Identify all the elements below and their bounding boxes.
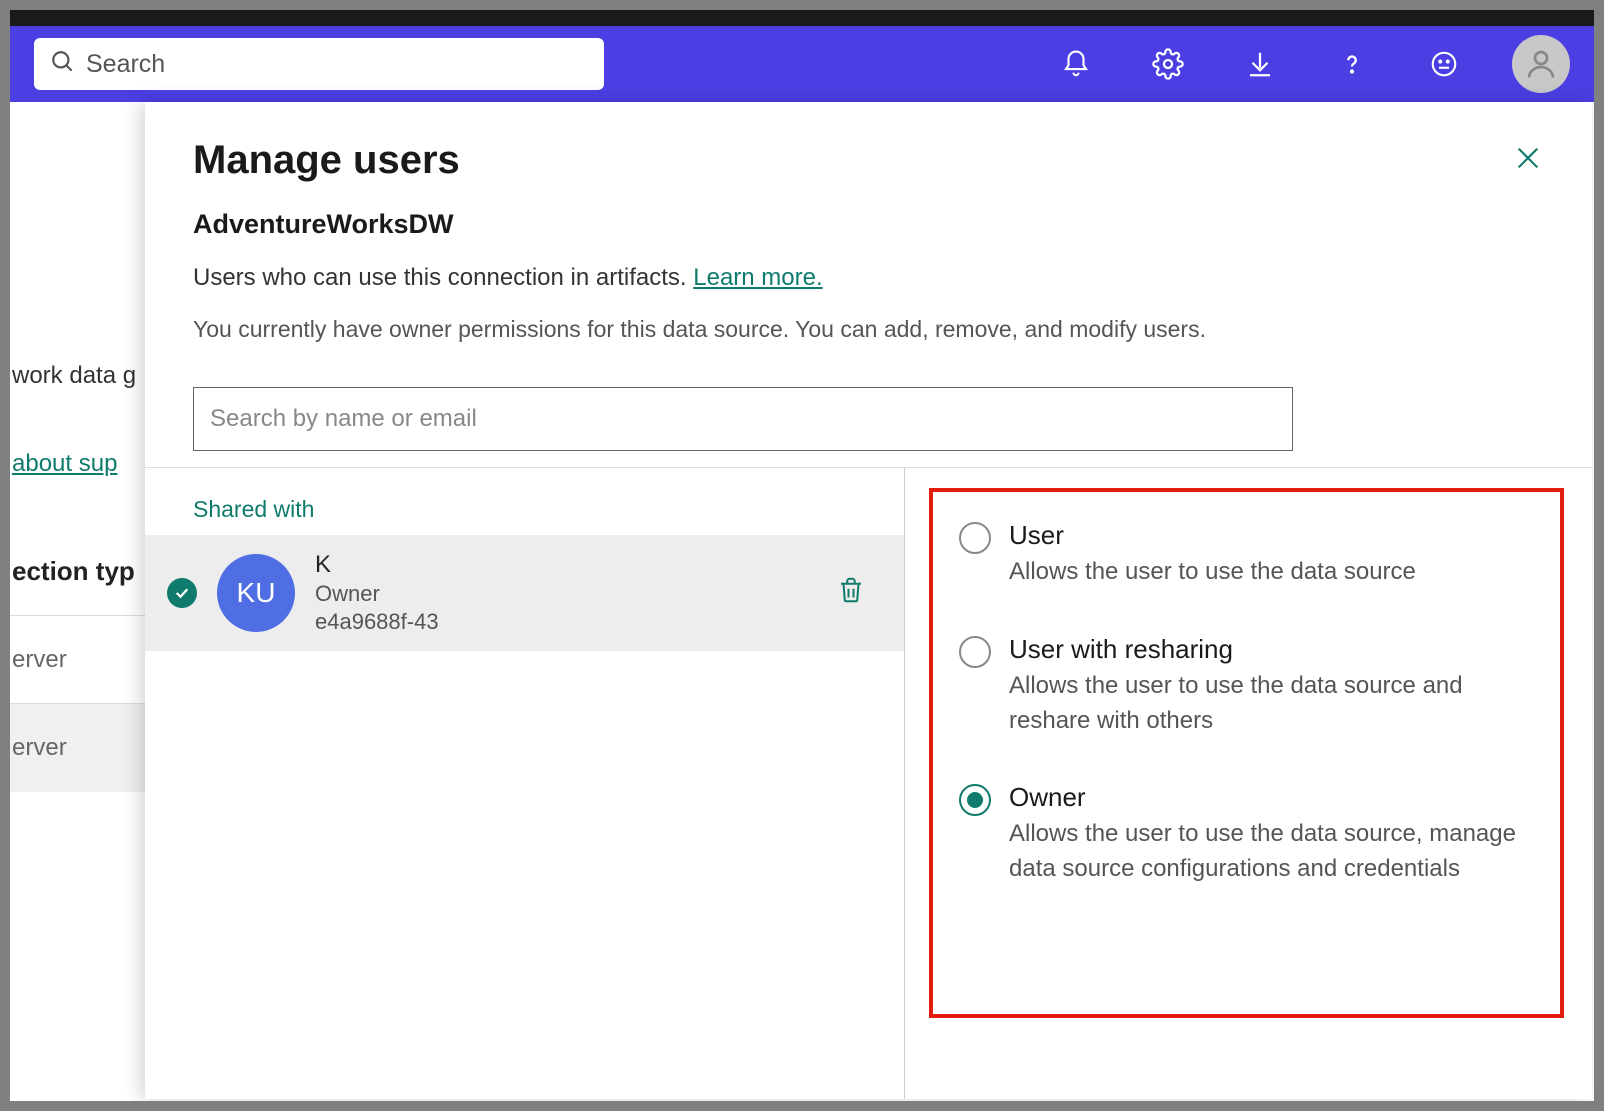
panel-description: Users who can use this connection in art…	[193, 264, 1544, 292]
titlebar	[10, 10, 1594, 26]
user-row[interactable]: KU K Owner e4a9688f-43	[145, 535, 904, 651]
bg-heading-fragment: ection typ	[12, 556, 135, 587]
role-option-user-resharing[interactable]: User with resharing Allows the user to u…	[959, 634, 1538, 739]
user-role: Owner	[315, 581, 816, 607]
search-icon	[50, 49, 76, 80]
selected-check-icon	[167, 578, 197, 608]
role-text: User Allows the user to use the data sou…	[1009, 520, 1416, 590]
role-title: User with resharing	[1009, 634, 1529, 665]
desc-text: Users who can use this connection in art…	[193, 264, 693, 291]
role-desc: Allows the user to use the data source a…	[1009, 669, 1529, 739]
bg-link-fragment[interactable]: about sup	[12, 450, 117, 478]
role-text: User with resharing Allows the user to u…	[1009, 634, 1529, 739]
delete-user-button[interactable]	[836, 575, 872, 611]
panel-header: Manage users AdventureWorksDW Users who …	[145, 102, 1592, 359]
app-window: work data g about sup ection typ erver e…	[10, 10, 1594, 1101]
bg-row-server2: erver	[10, 704, 150, 792]
role-option-user[interactable]: User Allows the user to use the data sou…	[959, 520, 1538, 590]
radio-icon	[959, 522, 991, 554]
radio-icon-selected	[959, 784, 991, 816]
radio-icon	[959, 636, 991, 668]
role-desc: Allows the user to use the data source	[1009, 555, 1416, 590]
notifications-icon[interactable]	[1052, 40, 1100, 88]
user-name: K	[315, 551, 816, 579]
role-text: Owner Allows the user to use the data so…	[1009, 782, 1529, 887]
user-meta: K Owner e4a9688f-43	[315, 551, 816, 635]
background-page: work data g about sup ection typ erver e…	[10, 102, 150, 1092]
user-list-pane: Shared with KU K Owner e4a9688f-43	[145, 468, 905, 1099]
panel-body: Shared with KU K Owner e4a9688f-43	[145, 467, 1592, 1099]
download-icon[interactable]	[1236, 40, 1284, 88]
help-icon[interactable]	[1328, 40, 1376, 88]
bg-row-server1: erver	[10, 616, 150, 704]
role-title: User	[1009, 520, 1416, 551]
panel-subtitle: AdventureWorksDW	[193, 209, 1544, 240]
role-list: User Allows the user to use the data sou…	[937, 496, 1560, 911]
user-search-input[interactable]	[193, 387, 1293, 451]
topbar	[10, 26, 1594, 102]
feedback-icon[interactable]	[1420, 40, 1468, 88]
role-option-owner[interactable]: Owner Allows the user to use the data so…	[959, 782, 1538, 887]
bg-text-fragment: work data g	[10, 332, 150, 420]
user-id: e4a9688f-43	[315, 609, 816, 635]
role-title: Owner	[1009, 782, 1529, 813]
profile-avatar[interactable]	[1512, 35, 1570, 93]
global-search-input[interactable]	[86, 50, 588, 79]
tab-shared-with[interactable]: Shared with	[145, 484, 904, 535]
manage-users-panel: Manage users AdventureWorksDW Users who …	[145, 102, 1592, 1099]
panel-title: Manage users	[193, 138, 1544, 183]
role-select-pane: User Allows the user to use the data sou…	[905, 468, 1592, 1099]
user-avatar: KU	[217, 554, 295, 632]
role-desc: Allows the user to use the data source, …	[1009, 817, 1529, 887]
close-button[interactable]	[1512, 142, 1544, 174]
permissions-note: You currently have owner permissions for…	[193, 316, 1544, 343]
learn-more-link[interactable]: Learn more.	[693, 264, 822, 291]
global-search[interactable]	[34, 38, 604, 90]
settings-icon[interactable]	[1144, 40, 1192, 88]
